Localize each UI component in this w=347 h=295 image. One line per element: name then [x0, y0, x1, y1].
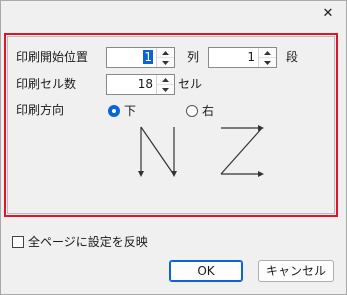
direction-right-label: 右 [202, 104, 215, 118]
cell-count-decrement-button[interactable] [157, 85, 174, 94]
right-direction-diagram-icon [220, 125, 264, 177]
cell-count-unit-label: セル [178, 77, 203, 91]
radio-selected-indicator [108, 104, 120, 117]
direction-right-radio[interactable]: 右 [186, 102, 214, 119]
row-stepper[interactable]: 1 [208, 47, 277, 68]
down-direction-diagram-icon [138, 126, 177, 177]
caret-down-icon [264, 60, 271, 65]
row-stepper-arrows [258, 48, 276, 67]
close-icon: ✕ [322, 5, 334, 21]
ok-button[interactable]: OK [169, 260, 243, 282]
close-button[interactable]: ✕ [316, 3, 340, 23]
caret-down-icon [162, 87, 169, 92]
column-value[interactable]: 1 [107, 48, 156, 67]
caret-down-icon [162, 60, 169, 65]
apply-all-pages-label: 全ページに設定を反映 [28, 235, 148, 249]
caret-up-icon [264, 50, 271, 55]
row-decrement-button[interactable] [259, 58, 276, 67]
cell-count-stepper-arrows [156, 75, 174, 94]
apply-all-pages-checkbox[interactable] [12, 235, 24, 248]
cell-count-label: 印刷セル数 [16, 77, 77, 91]
caret-up-icon [162, 77, 169, 82]
settings-panel: 印刷開始位置 1 列 1 段 印刷セル数 18 セル 印刷方向 下 右 [4, 33, 338, 217]
start-position-label: 印刷開始位置 [16, 50, 89, 64]
cell-count-stepper[interactable]: 18 [106, 74, 175, 95]
row-unit-label: 段 [286, 50, 299, 64]
row-increment-button[interactable] [259, 48, 276, 58]
column-unit-label: 列 [187, 50, 200, 64]
direction-down-label: 下 [124, 104, 137, 118]
cell-count-increment-button[interactable] [157, 75, 174, 85]
caret-up-icon [162, 50, 169, 55]
row-value[interactable]: 1 [209, 48, 258, 67]
direction-label: 印刷方向 [16, 103, 65, 117]
column-stepper[interactable]: 1 [106, 47, 175, 68]
column-increment-button[interactable] [157, 48, 174, 58]
cancel-button[interactable]: キャンセル [258, 260, 334, 282]
column-stepper-arrows [156, 48, 174, 67]
direction-down-radio[interactable]: 下 [108, 102, 136, 119]
apply-all-pages-row[interactable]: 全ページに設定を反映 [12, 233, 148, 250]
print-settings-dialog: ✕ 印刷開始位置 1 列 1 段 印刷セル数 18 セル 印刷方向 下 右 全ペ… [0, 0, 347, 295]
radio-unselected-indicator [186, 104, 198, 117]
cell-count-value[interactable]: 18 [107, 75, 156, 94]
column-decrement-button[interactable] [157, 58, 174, 67]
